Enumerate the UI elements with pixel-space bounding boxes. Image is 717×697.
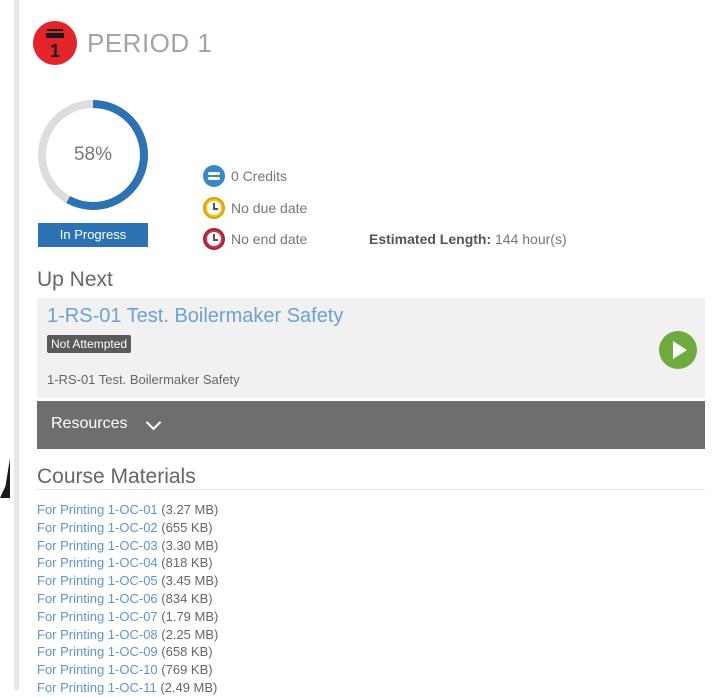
material-link[interactable]: For Printing 1-OC-01 <box>37 502 158 517</box>
period-header: 1 PERIOD 1 <box>33 20 212 66</box>
file-size: (2.25 MB) <box>161 626 219 642</box>
list-item: For Printing 1-OC-11 (2.49 MB) <box>37 679 218 697</box>
file-size: (3.27 MB) <box>161 502 219 517</box>
list-item: For Printing 1-OC-05 (3.45 MB) <box>37 572 218 590</box>
resources-toggle[interactable]: Resources <box>37 401 705 449</box>
file-size: (1.79 MB) <box>161 608 219 624</box>
file-size: (818 KB) <box>161 555 213 571</box>
material-link[interactable]: For Printing 1-OC-06 <box>37 591 158 606</box>
edge-marker <box>0 458 10 498</box>
file-size: (3.30 MB) <box>161 537 219 553</box>
list-item: For Printing 1-OC-03 (3.30 MB) <box>37 537 218 555</box>
up-next-description: 1-RS-01 Test. Boilermaker Safety <box>47 372 240 387</box>
material-link[interactable]: For Printing 1-OC-04 <box>37 555 158 570</box>
estimated-length: Estimated Length: 144 hour(s) <box>369 231 567 247</box>
period-badge-icon: 1 <box>33 21 77 65</box>
material-link[interactable]: For Printing 1-OC-09 <box>37 644 158 659</box>
list-item: For Printing 1-OC-02 (655 KB) <box>37 519 218 537</box>
file-size: (655 KB) <box>161 519 213 535</box>
material-link[interactable]: For Printing 1-OC-07 <box>37 609 158 624</box>
due-date-row: No due date <box>203 197 307 219</box>
resources-label: Resources <box>51 415 128 432</box>
credits-text: 0 Credits <box>231 168 288 184</box>
period-badge-number: 1 <box>50 41 60 61</box>
list-item: For Printing 1-OC-10 (769 KB) <box>37 661 218 679</box>
materials-list: For Printing 1-OC-01 (3.27 MB) For Print… <box>37 501 218 697</box>
left-rail <box>14 0 19 690</box>
chevron-down-icon <box>145 414 162 431</box>
credits-icon <box>203 165 225 187</box>
material-link[interactable]: For Printing 1-OC-05 <box>37 573 158 588</box>
up-next-card: 1-RS-01 Test. Boilermaker Safety Not Att… <box>37 298 705 398</box>
list-item: For Printing 1-OC-06 (834 KB) <box>37 590 218 608</box>
file-size: (2.49 MB) <box>160 679 218 695</box>
clock-icon <box>203 228 225 250</box>
file-size: (3.45 MB) <box>161 573 219 589</box>
file-size: (769 KB) <box>161 662 213 678</box>
material-link[interactable]: For Printing 1-OC-02 <box>37 520 158 535</box>
end-date-text: No end date <box>231 231 308 247</box>
material-link[interactable]: For Printing 1-OC-08 <box>37 627 158 642</box>
due-date-text: No due date <box>231 200 308 216</box>
end-date-row: No end date <box>203 228 307 250</box>
page-title: PERIOD 1 <box>87 27 213 58</box>
credits-row: 0 Credits <box>203 165 287 187</box>
divider <box>37 489 705 490</box>
list-item: For Printing 1-OC-07 (1.79 MB) <box>37 608 218 626</box>
material-link[interactable]: For Printing 1-OC-03 <box>37 538 158 553</box>
estimated-length-value: 144 hour(s) <box>495 231 567 247</box>
clock-icon <box>203 197 225 219</box>
file-size: (834 KB) <box>161 590 213 606</box>
status-badge: In Progress <box>38 223 148 247</box>
course-materials-heading: Course Materials <box>37 465 196 488</box>
up-next-heading: Up Next <box>37 268 113 291</box>
list-item: For Printing 1-OC-08 (2.25 MB) <box>37 626 218 644</box>
file-size: (658 KB) <box>161 644 213 660</box>
progress-ring: 58% <box>36 98 150 212</box>
play-icon[interactable] <box>659 331 697 369</box>
list-item: For Printing 1-OC-09 (658 KB) <box>37 643 218 661</box>
material-link[interactable]: For Printing 1-OC-10 <box>37 662 158 677</box>
list-item: For Printing 1-OC-04 (818 KB) <box>37 554 218 572</box>
progress-percent: 58% <box>73 144 113 165</box>
estimated-length-label: Estimated Length: <box>369 231 492 247</box>
status-badge: Not Attempted <box>47 335 132 353</box>
up-next-title-link[interactable]: 1-RS-01 Test. Boilermaker Safety <box>47 305 343 328</box>
material-link[interactable]: For Printing 1-OC-11 <box>37 680 157 695</box>
list-item: For Printing 1-OC-01 (3.27 MB) <box>37 501 218 519</box>
